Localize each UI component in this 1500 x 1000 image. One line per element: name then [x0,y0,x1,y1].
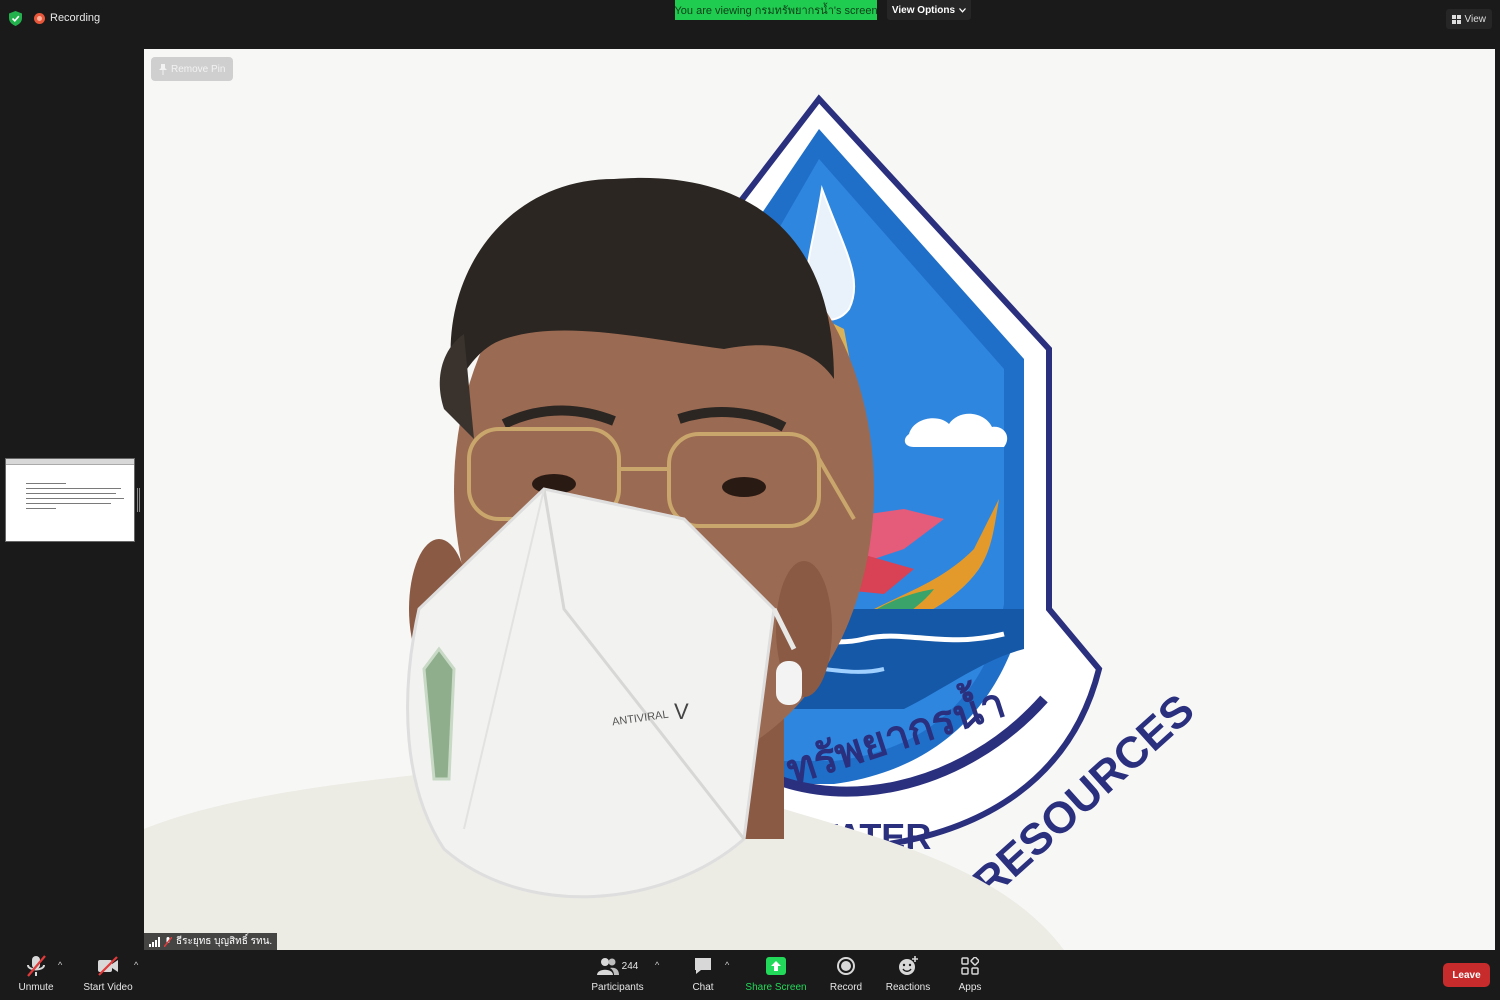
reactions-label: Reactions [885,982,931,993]
signal-icon [149,936,160,947]
video-off-icon [98,956,118,976]
thumbnail-toolbar [6,459,134,465]
muted-mic-icon [164,936,172,947]
reactions-button[interactable]: Reactions [885,954,931,993]
thumbnail-document-lines [26,483,126,513]
viewing-screen-banner: You are viewing กรมทรัพยากรน้ำ's screen [674,0,878,20]
recording-icon [34,12,45,24]
participants-count: 244 [621,960,639,972]
audio-options-caret[interactable]: ^ [58,960,62,970]
unmute-label: Unmute [18,982,54,993]
main-video-pinned[interactable]: ทรัพยากรน้ำ RESOURCES OF WATER [144,49,1495,950]
pin-icon [159,63,167,75]
zoom-meeting-window: Recording You are viewing กรมทรัพยากรน้ำ… [0,0,1500,1000]
share-screen-button[interactable]: Share Screen [745,954,807,993]
start-video-label: Start Video [83,982,133,993]
share-screen-icon [766,957,786,975]
meeting-toolbar: Unmute ^ Start Video ^ 244 Participants … [0,950,1500,1000]
chat-options-caret[interactable]: ^ [725,960,729,970]
participants-options-caret[interactable]: ^ [655,960,659,970]
view-options-button[interactable]: View Options [887,0,971,20]
share-screen-label: Share Screen [745,982,807,993]
view-button[interactable]: View [1445,9,1492,29]
panel-resize-handle[interactable] [137,488,140,512]
start-video-button[interactable]: Start Video [83,954,133,993]
participant-name: ธีระยุทธ บุญสิทธิ์ รทน. [176,936,273,947]
chat-icon [695,958,711,974]
view-label: View [1464,13,1487,25]
participants-button[interactable]: 244 Participants [590,954,645,993]
record-icon [837,957,855,975]
participants-label: Participants [591,982,644,993]
recording-indicator[interactable]: Recording [34,12,100,24]
chat-button[interactable]: Chat [688,954,718,993]
remove-pin-label: Remove Pin [171,63,226,75]
top-bar: Recording You are viewing กรมทรัพยากรน้ำ… [0,0,1500,48]
recording-label: Recording [50,12,101,24]
participants-icon [596,958,619,975]
unmute-button[interactable]: Unmute [16,954,56,993]
video-options-caret[interactable]: ^ [134,960,138,970]
muted-mic-icon [27,955,46,977]
leave-button[interactable]: Leave [1443,963,1490,987]
apps-button[interactable]: Apps [955,954,985,993]
apps-icon [961,957,979,975]
shared-screen-thumbnail[interactable] [5,458,135,542]
remove-pin-button[interactable]: Remove Pin [151,57,234,81]
shield-icon[interactable] [9,11,22,26]
view-options-label: View Options [891,4,956,16]
record-button[interactable]: Record [828,954,864,993]
reactions-icon [899,956,918,975]
chevron-down-icon [959,7,967,13]
record-label: Record [829,982,863,993]
svg-text:V: V [674,699,689,724]
apps-label: Apps [958,982,982,993]
grid-icon [1451,14,1461,24]
speaker-video-image: ทรัพยากรน้ำ RESOURCES OF WATER [144,49,1495,950]
participant-name-tag: ธีระยุทธ บุญสิทธิ์ รทน. [144,933,278,950]
chat-label: Chat [692,982,714,993]
